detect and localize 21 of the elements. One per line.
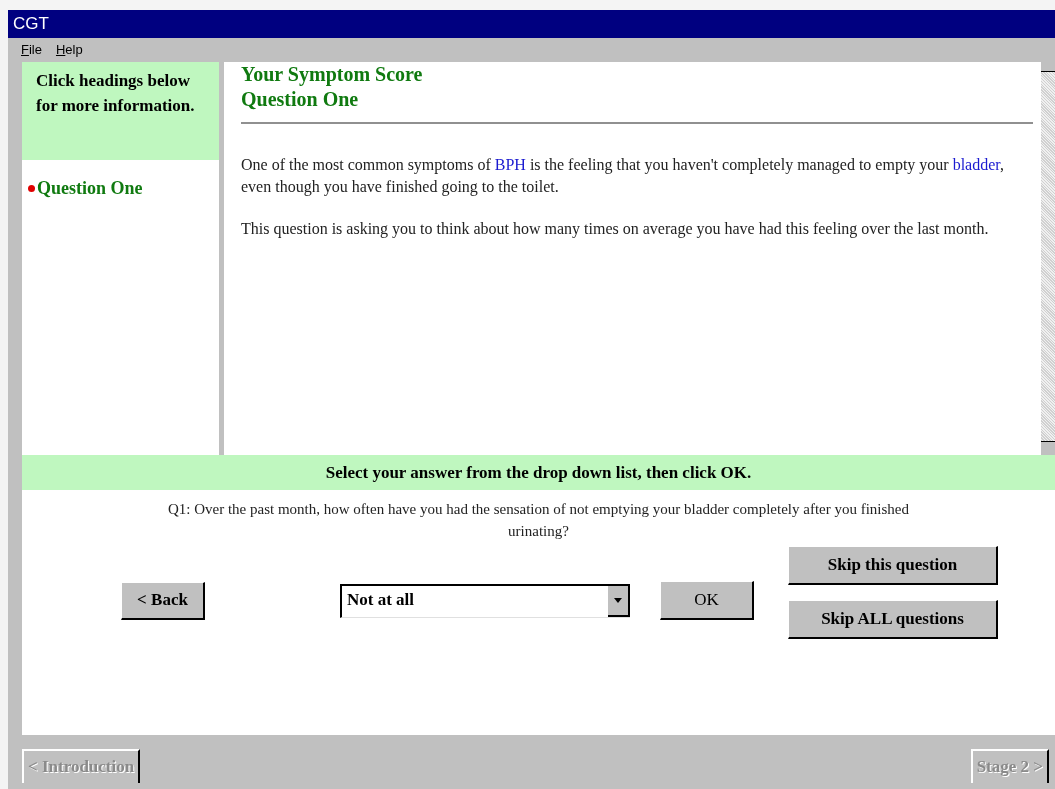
content-title: Question One [241,87,360,112]
question-text: Q1: Over the past month, how often have you had the sensation of not emptying your bladder completely after you finished urinating? [166,500,911,541]
skip-all-button[interactable]: Skip ALL questions [788,600,998,639]
scrollbar[interactable] [1041,62,1055,455]
paragraph: One of the most common symptoms of BPH is the feeling that you haven't completely managed to empty your bladder, even though you have finished going to the toilet. [241,155,1005,198]
sidebar-item[interactable]: Question One [28,175,213,202]
answer-dropdown[interactable]: Not at all [340,583,630,618]
caret-icon[interactable] [608,585,630,617]
skip-button[interactable]: Skip this question [788,546,998,585]
term-link[interactable]: bladder [952,156,1000,173]
bullet-icon [28,185,35,192]
content-title: Your Symptom Score [241,62,424,87]
back-button[interactable]: < Back [121,581,205,620]
ok-button[interactable]: OK [660,581,754,620]
window-title: CGT [13,13,49,36]
instruction-text: Select your answer from the drop down list, then click OK. [325,461,752,484]
menu-item[interactable]: Help [55,40,83,60]
sidebar-heading: Click headings below for more information. [36,70,196,117]
paragraph: This question is asking you to think about how many times on average you have had this feeling over the last month. [241,219,990,240]
menu-item[interactable]: File [21,40,42,60]
term-link[interactable]: BPH [494,156,526,173]
